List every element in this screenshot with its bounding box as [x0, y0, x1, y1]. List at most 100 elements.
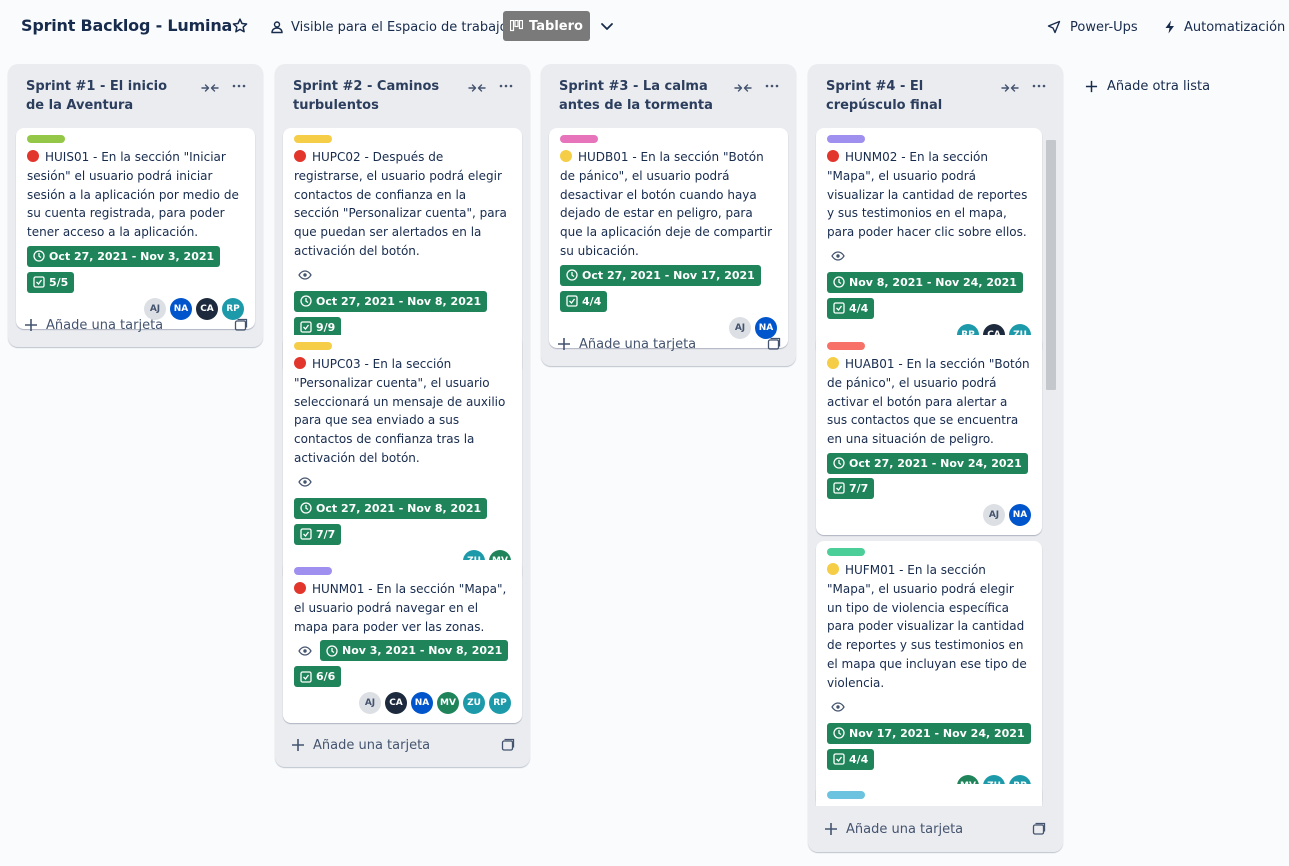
label-sky	[827, 791, 865, 799]
list-title[interactable]: Sprint #4 - El crepúsculo final	[826, 77, 986, 115]
avatar[interactable]: AJ	[359, 692, 381, 715]
plus-icon	[825, 823, 837, 835]
clock-icon	[300, 295, 312, 307]
star-icon[interactable]	[231, 17, 249, 35]
due-date-badge[interactable]: Oct 27, 2021 - Nov 17, 2021	[560, 264, 761, 286]
checklist-badge: 4/4	[827, 748, 875, 770]
add-card-button[interactable]: Añade una tarjeta	[24, 315, 248, 335]
eye-icon	[827, 697, 848, 718]
clock-icon	[833, 727, 845, 739]
template-icon[interactable]	[501, 738, 515, 752]
more-icon[interactable]	[231, 78, 247, 92]
avatar[interactable]: NA	[1009, 503, 1031, 526]
priority-yellow-icon	[560, 150, 572, 162]
automation-label: Automatización	[1184, 19, 1286, 35]
card-hupc03[interactable]: HUPC03 - En la sección "Personalizar cue…	[283, 335, 522, 581]
card-badges: Oct 27, 2021 - Nov 24, 2021	[827, 452, 1031, 474]
add-card-button[interactable]: Añade una tarjeta	[824, 819, 1046, 839]
avatar[interactable]: MV	[437, 692, 459, 715]
list-header: Sprint #4 - El crepúsculo final	[808, 64, 1063, 124]
powerups-button[interactable]: Power-Ups	[1047, 16, 1138, 38]
avatar[interactable]: AJ	[983, 503, 1005, 526]
add-list-button[interactable]: Añade otra lista	[1085, 76, 1210, 96]
priority-red-icon	[294, 357, 306, 369]
card-title: HUNM02 - En la sección "Mapa", el usuari…	[827, 150, 1028, 240]
card-hunm01[interactable]: HUNM01 - En la sección "Mapa", el usuari…	[283, 560, 522, 724]
due-date-badge[interactable]: Oct 27, 2021 - Nov 24, 2021	[827, 452, 1028, 474]
more-icon[interactable]	[764, 78, 780, 92]
checklist-badge: 7/7	[827, 477, 875, 499]
checklist-icon	[33, 276, 45, 289]
card-hudb01[interactable]: HUDB01 - En la sección "Botón de pánico"…	[549, 128, 788, 348]
template-icon[interactable]	[767, 337, 781, 351]
add-card-label: Añade una tarjeta	[846, 821, 964, 837]
label-yellow	[294, 135, 332, 143]
card-title: HUIS01 - En la sección "Iniciar sesión" …	[27, 150, 239, 240]
due-date-text: Oct 27, 2021 - Nov 24, 2021	[849, 456, 1022, 470]
checklist-icon	[300, 671, 312, 683]
collapse-icon[interactable]	[1001, 80, 1019, 94]
due-date-badge[interactable]: Nov 17, 2021 - Nov 24, 2021	[827, 722, 1031, 744]
avatar[interactable]: RP	[489, 692, 511, 715]
checklist-badge: 5/5	[27, 271, 75, 293]
card-members: AJ CA NA MV ZU RP	[294, 692, 511, 715]
checklist-icon	[566, 295, 578, 307]
due-date-badge[interactable]: Oct 27, 2021 - Nov 8, 2021	[294, 497, 488, 519]
collapse-icon[interactable]	[734, 80, 752, 94]
card-huab01[interactable]: HUAB01 - En la sección "Botón de pánico"…	[816, 335, 1042, 535]
visibility-button[interactable]: Visible para el Espacio de trabajo	[270, 16, 508, 38]
clock-icon	[566, 269, 578, 281]
avatar[interactable]: NA	[411, 692, 433, 715]
card-badges: Oct 27, 2021 - Nov 3, 2021 5/5	[27, 245, 244, 293]
checklist-icon	[300, 528, 312, 540]
checklist-count: 4/4	[582, 294, 602, 308]
eye-icon	[294, 265, 315, 286]
label-purple	[294, 567, 332, 575]
avatar[interactable]: CA	[385, 692, 407, 715]
automation-button[interactable]: Automatización	[1164, 16, 1285, 38]
board-view-button[interactable]: Tablero	[503, 11, 590, 41]
list-sprint-1: Sprint #1 - El inicio de la Aventura HUI…	[8, 64, 263, 347]
card-hunm02[interactable]: HUNM02 - En la sección "Mapa", el usuari…	[816, 128, 1042, 355]
eye-icon	[294, 472, 315, 493]
list-title[interactable]: Sprint #3 - La calma antes de la torment…	[559, 77, 719, 115]
board-header: Sprint Backlog - Lumina Visible para el …	[0, 0, 1289, 54]
due-date-badge[interactable]: Nov 8, 2021 - Nov 24, 2021	[827, 271, 1023, 293]
card-badges: Nov 8, 2021 - Nov 24, 2021 4/4	[827, 246, 1031, 319]
eye-icon	[294, 640, 315, 661]
card-hufm01[interactable]: HUFM01 - En la sección "Mapa", el usuari…	[816, 541, 1042, 806]
checklist-count: 7/7	[849, 481, 869, 495]
list-title[interactable]: Sprint #1 - El inicio de la Aventura	[26, 77, 186, 115]
label-teal	[827, 548, 865, 556]
add-card-button[interactable]: Añade una tarjeta	[557, 334, 781, 354]
add-card-button[interactable]: Añade una tarjeta	[291, 735, 515, 755]
template-icon[interactable]	[234, 318, 248, 332]
list-title[interactable]: Sprint #2 - Caminos turbulentos	[293, 77, 453, 115]
add-list-label: Añade otra lista	[1107, 78, 1211, 94]
template-icon[interactable]	[1032, 822, 1046, 836]
chevron-down-icon[interactable]	[599, 18, 615, 34]
due-date-badge[interactable]: Nov 3, 2021 - Nov 8, 2021	[320, 640, 509, 662]
more-icon[interactable]	[498, 78, 514, 92]
card-huis01[interactable]: HUIS01 - En la sección "Iniciar sesión" …	[16, 128, 255, 329]
visibility-label: Visible para el Espacio de trabajo	[291, 19, 508, 35]
card-badges: Oct 27, 2021 - Nov 17, 2021 4/4	[560, 264, 777, 312]
list-scrollbar-thumb[interactable]	[1046, 140, 1056, 390]
board-title[interactable]: Sprint Backlog - Lumina	[21, 16, 232, 35]
clock-icon	[326, 645, 338, 657]
collapse-icon[interactable]	[468, 80, 486, 94]
card-badges: 7/7	[827, 477, 1031, 499]
priority-red-icon	[827, 150, 839, 162]
eye-icon	[827, 246, 848, 267]
list-header: Sprint #1 - El inicio de la Aventura	[8, 64, 263, 124]
card-title: HUFM01 - En la sección "Mapa", el usuari…	[827, 563, 1027, 690]
due-date-text: Nov 17, 2021 - Nov 24, 2021	[849, 726, 1025, 740]
due-date-badge[interactable]: Oct 27, 2021 - Nov 3, 2021	[27, 245, 221, 267]
due-date-badge[interactable]: Oct 27, 2021 - Nov 8, 2021	[294, 290, 488, 312]
collapse-icon[interactable]	[201, 80, 219, 94]
label-pink	[560, 135, 598, 143]
card-title: HUPC02 - Después de registrarse, el usua…	[294, 150, 507, 258]
more-icon[interactable]	[1031, 78, 1047, 92]
label-red	[827, 342, 865, 350]
avatar[interactable]: ZU	[463, 692, 485, 715]
